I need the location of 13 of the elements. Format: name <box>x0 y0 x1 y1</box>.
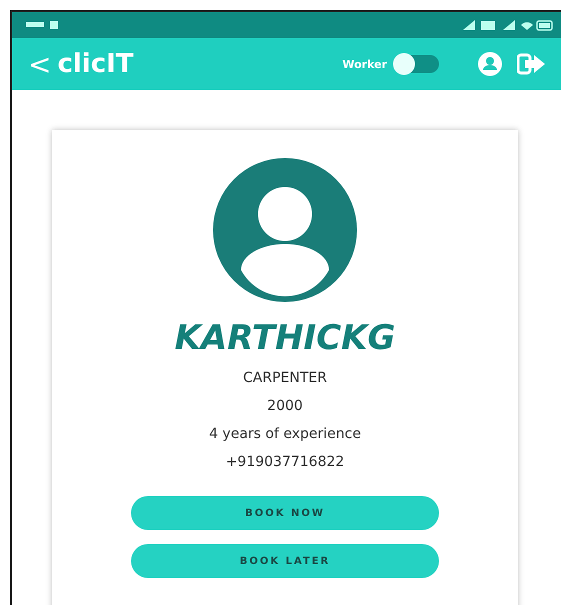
app-title: clicIT <box>57 49 134 79</box>
phone-text: +919037716822 <box>226 454 344 470</box>
logout-icon[interactable] <box>517 52 547 76</box>
worker-toggle[interactable] <box>393 55 439 73</box>
toggle-label: Worker <box>342 58 387 70</box>
avatar-icon <box>213 158 357 302</box>
worker-name: KARTHICKG <box>174 318 396 358</box>
experience-text: 4 years of experience <box>209 426 361 442</box>
book-later-button[interactable]: BOOK LATER <box>131 544 439 578</box>
rate-text: 2000 <box>267 398 303 414</box>
profile-icon[interactable] <box>477 51 503 77</box>
profession-text: CARPENTER <box>243 370 327 386</box>
book-now-button[interactable]: BOOK NOW <box>131 496 439 530</box>
